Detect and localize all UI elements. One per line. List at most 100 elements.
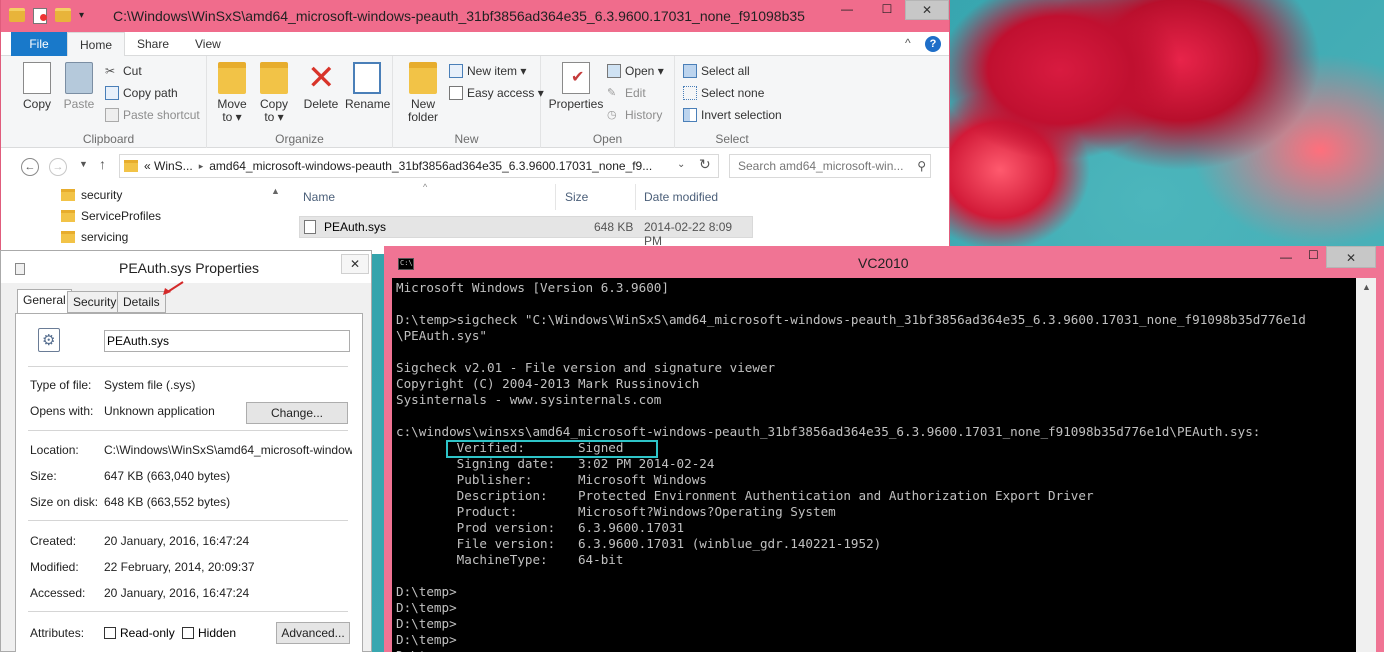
general-tab-panel: PEAuth.sys Type of file: System file (.s…: [15, 313, 363, 652]
delete-label: Delete: [303, 97, 339, 111]
recent-locations-icon[interactable]: ▼: [79, 159, 88, 169]
invert-selection-label: Invert selection: [701, 108, 782, 122]
rename-button[interactable]: Rename: [345, 62, 390, 111]
tab-general[interactable]: General: [17, 289, 72, 314]
easy-access-label[interactable]: Easy access ▾: [467, 86, 544, 100]
chevron-down-icon[interactable]: ▾: [79, 8, 89, 24]
file-date: 2014-02-22 8:09 PM: [644, 220, 733, 248]
window-title: C:\Windows\WinSxS\amd64_microsoft-window…: [113, 8, 805, 24]
search-placeholder: Search amd64_microsoft-win...: [738, 159, 904, 173]
cut-button[interactable]: ✂ Cut: [105, 64, 142, 78]
file-name: PEAuth.sys: [324, 220, 387, 234]
tree-item-security[interactable]: security: [61, 188, 122, 202]
minimize-button[interactable]: —: [833, 0, 861, 20]
up-icon[interactable]: ↑: [99, 156, 106, 172]
open-label[interactable]: Open ▾: [625, 64, 664, 78]
properties-title: PEAuth.sys Properties: [119, 260, 260, 276]
maximize-button[interactable]: ☐: [1308, 248, 1319, 262]
paste-button[interactable]: Paste: [59, 62, 99, 111]
new-folder-icon[interactable]: [55, 8, 71, 22]
paste-label: Paste: [63, 97, 95, 111]
invert-selection-button[interactable]: Invert selection: [683, 108, 782, 122]
size-on-disk-value: 648 KB (663,552 bytes): [104, 495, 231, 509]
properties-icon[interactable]: [33, 8, 47, 24]
new-folder-button[interactable]: New folder: [403, 62, 443, 124]
select-none-button[interactable]: Select none: [683, 86, 764, 100]
console-line: Copyright (C) 2004-2013 Mark Russinovich: [396, 376, 700, 391]
properties-titlebar[interactable]: PEAuth.sys Properties ✕: [1, 251, 371, 283]
minimize-button[interactable]: —: [1280, 250, 1292, 264]
address-dropdown-icon[interactable]: ⌄: [677, 159, 685, 170]
column-separator[interactable]: [555, 184, 556, 210]
refresh-icon[interactable]: ↻: [699, 156, 711, 173]
easy-access-button[interactable]: Easy access ▾: [449, 86, 544, 100]
tab-share[interactable]: Share: [125, 32, 181, 56]
tab-details[interactable]: Details: [117, 291, 166, 313]
read-only-checkbox[interactable]: Read-only: [104, 626, 175, 640]
new-item-icon: [449, 64, 463, 78]
select-none-icon: [683, 86, 697, 100]
scroll-up-icon[interactable]: ▲: [1362, 282, 1371, 292]
tab-security[interactable]: Security: [67, 291, 123, 313]
history-button[interactable]: ◷ History: [607, 108, 662, 122]
new-item-button[interactable]: New item ▾: [449, 64, 526, 78]
checkbox-box[interactable]: [182, 627, 194, 639]
new-item-label[interactable]: New item ▾: [467, 64, 526, 78]
address-bar[interactable]: « WinS... ▸ amd64_microsoft-windows-peau…: [119, 154, 719, 178]
hidden-checkbox[interactable]: Hidden: [182, 626, 236, 640]
tree-item-servicing[interactable]: servicing: [61, 230, 128, 244]
forward-button[interactable]: →: [49, 158, 67, 176]
created-value: 20 January, 2016, 16:47:24: [104, 534, 250, 548]
explorer-titlebar[interactable]: ▾ C:\Windows\WinSxS\amd64_microsoft-wind…: [1, 0, 949, 32]
move-to-button[interactable]: Move to ▾: [213, 62, 251, 124]
tree-item-label: servicing: [81, 230, 129, 244]
console-titlebar[interactable]: C:\ VC2010 — ☐ ✕: [384, 246, 1384, 278]
column-header-date[interactable]: Date modified: [644, 190, 718, 204]
column-header-name[interactable]: Name: [303, 190, 335, 204]
filename-field[interactable]: PEAuth.sys: [104, 330, 350, 352]
properties-button[interactable]: Properties: [547, 62, 605, 111]
tab-file[interactable]: File: [11, 32, 67, 56]
maximize-button[interactable]: ☐: [873, 0, 901, 20]
console-output[interactable]: Microsoft Windows [Version 6.3.9600] D:\t…: [392, 278, 1356, 652]
system-file-icon: [38, 328, 60, 352]
clipboard-group-label: Clipboard: [82, 132, 135, 146]
delete-button[interactable]: ✕ Delete: [301, 61, 341, 111]
paste-shortcut-button[interactable]: Paste shortcut: [105, 108, 200, 122]
column-header-size[interactable]: Size: [565, 190, 588, 204]
back-button[interactable]: ←: [21, 158, 39, 176]
help-icon[interactable]: ?: [925, 36, 941, 52]
folder-icon[interactable]: [9, 8, 25, 22]
close-button[interactable]: ✕: [1326, 246, 1376, 268]
close-button[interactable]: ✕: [905, 0, 949, 20]
search-input[interactable]: Search amd64_microsoft-win... ⚲: [729, 154, 931, 178]
copy-to-button[interactable]: Copy to ▾: [255, 62, 293, 124]
accessed-label: Accessed:: [30, 586, 86, 600]
new-folder-icon: [409, 62, 437, 94]
change-button[interactable]: Change...: [246, 402, 348, 424]
select-all-button[interactable]: Select all: [683, 64, 750, 78]
checkbox-box[interactable]: [104, 627, 116, 639]
divider: [28, 520, 348, 521]
tree-item-serviceprofiles[interactable]: ServiceProfiles: [61, 209, 161, 223]
edit-button[interactable]: ✎ Edit: [607, 86, 646, 100]
close-button[interactable]: ✕: [341, 254, 369, 274]
table-row[interactable]: PEAuth.sys 648 KB 2014-02-22 8:09 PM: [299, 216, 753, 248]
copy-path-button[interactable]: Copy path: [105, 86, 178, 100]
navigation-scrollbar[interactable]: ▲: [267, 184, 283, 254]
tab-home[interactable]: Home: [67, 32, 126, 57]
console-scrollbar[interactable]: ▲: [1356, 278, 1376, 652]
tab-view[interactable]: View: [183, 32, 233, 56]
created-label: Created:: [30, 534, 77, 548]
file-size: 648 KB: [594, 220, 634, 234]
scroll-up-icon[interactable]: ▲: [271, 186, 280, 196]
breadcrumb-winsxs[interactable]: « WinS...: [144, 159, 193, 173]
chevron-right-icon[interactable]: ▸: [199, 161, 204, 172]
ribbon-collapse-icon[interactable]: ^: [905, 36, 911, 50]
breadcrumb-current[interactable]: amd64_microsoft-windows-peauth_31bf3856a…: [209, 159, 652, 173]
open-button[interactable]: Open ▾: [607, 64, 664, 78]
advanced-button[interactable]: Advanced...: [276, 622, 350, 644]
copy-button[interactable]: Copy: [17, 62, 57, 111]
column-separator[interactable]: [635, 184, 636, 210]
